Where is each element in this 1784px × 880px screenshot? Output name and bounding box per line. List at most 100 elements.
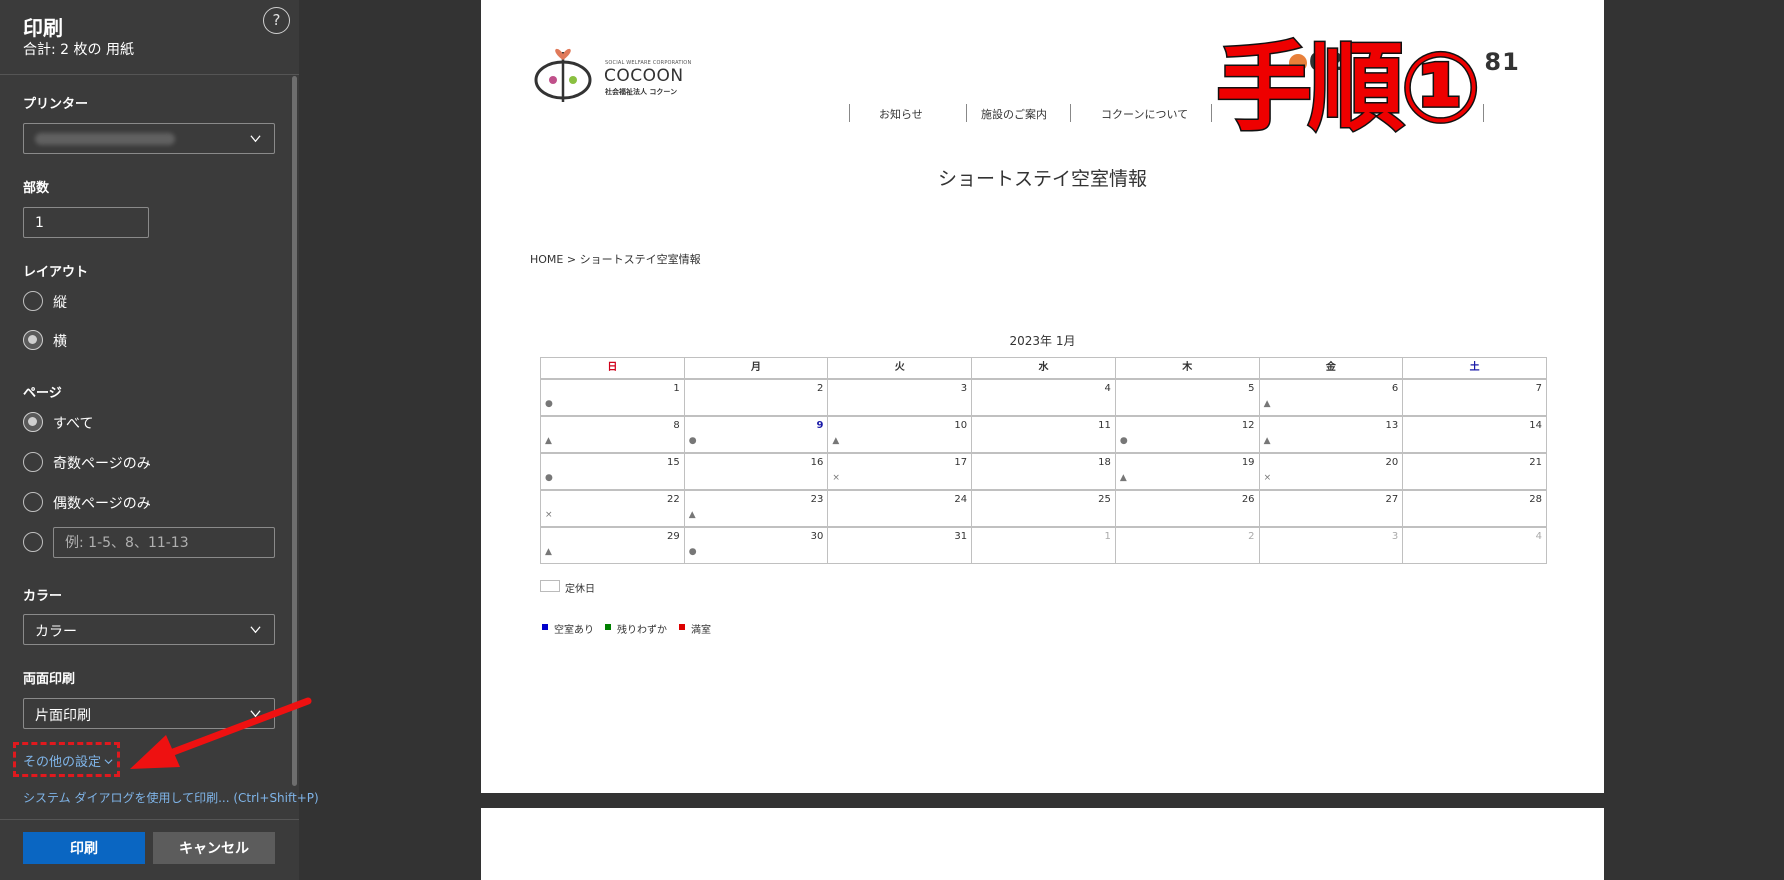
panel-scrollbar[interactable] — [292, 76, 297, 786]
vacancy-mark: ▲ — [1119, 473, 1127, 483]
day-number: 11 — [1098, 420, 1111, 431]
day-number: 28 — [1529, 494, 1542, 505]
logo-name: COCOON — [604, 66, 684, 86]
panel-title: 印刷 — [23, 16, 63, 40]
calendar-day-cell: 24 — [827, 490, 973, 527]
day-number: 4 — [1535, 531, 1542, 542]
vacancy-mark: ▲ — [545, 436, 552, 446]
calendar-day-cell: 5 — [1114, 379, 1260, 416]
calendar-weekday-header: 木 — [1114, 357, 1260, 379]
vacancy-calendar: 日月火水木金土 1 ● 2 3 4 5 6 ▲ 7 8 ▲ 9 ● 10 ▲ 11 12 ● 13 ▲ 14 15 ● 16 17… — [540, 357, 1547, 566]
day-number: 22 — [666, 494, 680, 505]
option-label: 縦 — [53, 295, 67, 311]
nav-item-facilities[interactable]: 施設のご案内 — [981, 106, 1047, 122]
nav-item-news[interactable]: お知らせ — [879, 106, 923, 122]
radio-button[interactable] — [23, 532, 43, 552]
vacancy-mark: ● — [1119, 436, 1128, 446]
calendar-day-cell: 7 — [1402, 379, 1547, 416]
calendar-day-cell: 3 — [827, 379, 973, 416]
vacancy-mark: ● — [688, 436, 697, 446]
calendar-day-cell: 25 — [971, 490, 1116, 527]
calendar-weekday-header: 土 — [1402, 357, 1547, 379]
printer-select[interactable] — [23, 123, 275, 154]
day-number: 1 — [1104, 531, 1111, 542]
nav-divider — [1070, 104, 1071, 122]
cancel-button[interactable]: キャンセル — [153, 832, 275, 864]
calendar-day-cell: 11 — [971, 416, 1116, 453]
calendar-day-cell: 21 — [1402, 453, 1547, 490]
calendar-day-cell: 8 ▲ — [540, 416, 685, 453]
chevron-down-icon — [250, 626, 261, 634]
calendar-day-cell: 23 ▲ — [683, 490, 829, 527]
day-number: 30 — [810, 531, 824, 542]
radio-button[interactable] — [23, 492, 43, 512]
layout-label: レイアウト — [23, 265, 89, 280]
nav-divider — [1211, 104, 1212, 122]
vacancy-mark: ● — [545, 399, 553, 409]
system-dialog-link[interactable]: システム ダイアログを使用して印刷... (Ctrl+Shift+P) — [23, 789, 319, 806]
calendar-weekday-header: 火 — [827, 357, 973, 379]
panel-header: 印刷 合計: 2 枚の 用紙 ? — [0, 0, 299, 75]
preview-page-2 — [481, 808, 1604, 880]
preview-page-1: SOCIAL WELFARE CORPORATION COCOON 社会福祉法人… — [481, 0, 1604, 793]
pages-custom-option[interactable] — [23, 532, 45, 554]
calendar-day-cell: 2 — [683, 379, 829, 416]
calendar-day-cell: 16 — [683, 453, 829, 490]
day-number: 21 — [1529, 457, 1542, 468]
radio-button[interactable] — [23, 291, 43, 311]
calendar-day-cell: 4 — [971, 379, 1116, 416]
legend-full-swatch — [679, 624, 685, 630]
day-number: 27 — [1385, 494, 1399, 505]
day-number: 7 — [1535, 383, 1542, 394]
day-number: 8 — [673, 420, 680, 431]
legend-few-label: 残りわずか — [617, 625, 667, 636]
help-button[interactable]: ? — [263, 7, 290, 34]
calendar-weekday-header: 月 — [683, 357, 829, 379]
calendar-day-cell: 1 — [971, 527, 1116, 564]
vacancy-mark: ▲ — [688, 510, 696, 520]
day-number: 5 — [1248, 383, 1255, 394]
color-label: カラー — [23, 589, 63, 604]
calendar-weekday-header: 水 — [971, 357, 1116, 379]
print-button[interactable]: 印刷 — [23, 832, 145, 864]
option-label: すべて — [53, 416, 94, 432]
calendar-day-cell: 31 — [827, 527, 973, 564]
vacancy-mark: ▲ — [545, 547, 552, 557]
duplex-value: 片面印刷 — [35, 708, 91, 724]
option-label: 奇数ページのみ — [53, 456, 151, 472]
day-number: 2 — [1248, 531, 1255, 542]
vacancy-mark: × — [1263, 473, 1272, 483]
radio-button[interactable] — [23, 452, 43, 472]
step-annotation-stamp: 手順① — [1214, 32, 1482, 144]
calendar-month-title: 2023年 1月 — [1009, 334, 1076, 348]
day-number: 18 — [1098, 457, 1111, 468]
day-number: 3 — [1391, 531, 1399, 542]
nav-item-about[interactable]: コクーンについて — [1101, 106, 1188, 122]
calendar-day-cell: 28 — [1402, 490, 1547, 527]
day-number: 15 — [666, 457, 680, 468]
radio-button-selected[interactable] — [23, 412, 43, 432]
calendar-weekday-header: 金 — [1258, 357, 1404, 379]
legend-available-swatch — [542, 624, 548, 630]
calendar-day-cell: 14 — [1402, 416, 1547, 453]
color-select[interactable]: カラー — [23, 614, 275, 645]
pages-label: ページ — [23, 386, 62, 401]
calendar-day-cell: 12 ● — [1114, 416, 1260, 453]
calendar-day-cell: 1 ● — [540, 379, 685, 416]
vacancy-mark: ▲ — [1263, 436, 1271, 446]
printer-name-blurred — [35, 133, 175, 145]
cocoon-logo-icon — [534, 48, 592, 102]
day-number: 1 — [673, 383, 680, 394]
vacancy-mark: ● — [688, 547, 697, 557]
color-value: カラー — [35, 624, 77, 640]
radio-button-selected[interactable] — [23, 330, 43, 350]
legend-available-label: 空室あり — [554, 625, 594, 636]
copies-input[interactable] — [23, 207, 149, 238]
page-range-input[interactable] — [53, 527, 275, 558]
calendar-day-cell: 13 ▲ — [1258, 416, 1404, 453]
nav-divider — [1483, 104, 1484, 122]
calendar-weekday-header: 日 — [540, 357, 685, 379]
sheet-count: 合計: 2 枚の 用紙 — [23, 42, 134, 58]
legend-full-label: 満室 — [691, 625, 711, 636]
day-number: 19 — [1241, 457, 1255, 468]
